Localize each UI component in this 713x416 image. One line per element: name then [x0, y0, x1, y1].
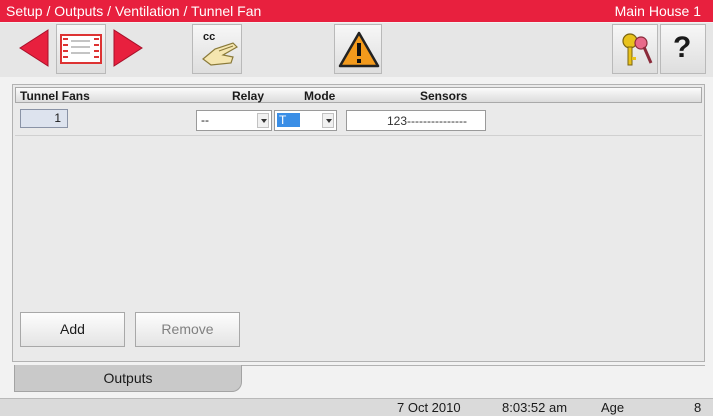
title-bar: Setup / Outputs / Ventilation / Tunnel F… [0, 0, 713, 22]
forward-button[interactable] [108, 24, 148, 74]
table-header: Tunnel Fans Relay Mode Sensors [15, 87, 702, 103]
keys-button[interactable] [612, 24, 658, 74]
remove-button[interactable]: Remove [135, 312, 240, 347]
relay-value: -- [201, 113, 209, 127]
breadcrumb: Setup / Outputs / Ventilation / Tunnel F… [6, 3, 262, 19]
mode-value: T [277, 113, 301, 127]
tab-divider [242, 365, 705, 366]
mode-select[interactable]: T [274, 110, 337, 131]
age-value: 8 [694, 400, 702, 415]
sensors-value: 123--------------- [387, 114, 467, 128]
left-arrow-icon [19, 29, 49, 67]
hand-cc-icon [202, 42, 238, 66]
table-row[interactable]: 1 -- T 123--------------- [15, 106, 702, 136]
chevron-down-icon[interactable] [322, 113, 334, 128]
cc-button[interactable]: cc [192, 24, 242, 74]
age-label: Age [601, 400, 625, 415]
warning-icon [338, 31, 380, 68]
warning-button[interactable] [334, 24, 382, 74]
fan-index[interactable]: 1 [20, 109, 68, 128]
tab-outputs[interactable]: Outputs [14, 365, 242, 392]
col-mode: Mode [304, 89, 336, 103]
status-date: 7 Oct 2010 [397, 400, 461, 415]
menu-button[interactable] [56, 24, 106, 74]
sensors-field[interactable]: 123--------------- [346, 110, 486, 131]
col-tunnel-fans: Tunnel Fans [20, 89, 90, 103]
col-relay: Relay [232, 89, 265, 103]
chevron-down-icon[interactable] [257, 113, 269, 128]
status-time: 8:03:52 am [502, 400, 568, 415]
back-button[interactable] [14, 24, 54, 74]
help-button[interactable]: ? [660, 24, 706, 74]
menu-card-icon [60, 34, 102, 64]
relay-select[interactable]: -- [196, 110, 272, 131]
help-icon: ? [673, 31, 692, 64]
add-button[interactable]: Add [20, 312, 125, 347]
right-arrow-icon [113, 29, 143, 67]
col-sensors: Sensors [420, 89, 468, 103]
keys-icon [622, 33, 653, 66]
house-name: Main House 1 [614, 3, 701, 19]
status-bar: 7 Oct 2010 8:03:52 am Age 8 [0, 398, 713, 416]
